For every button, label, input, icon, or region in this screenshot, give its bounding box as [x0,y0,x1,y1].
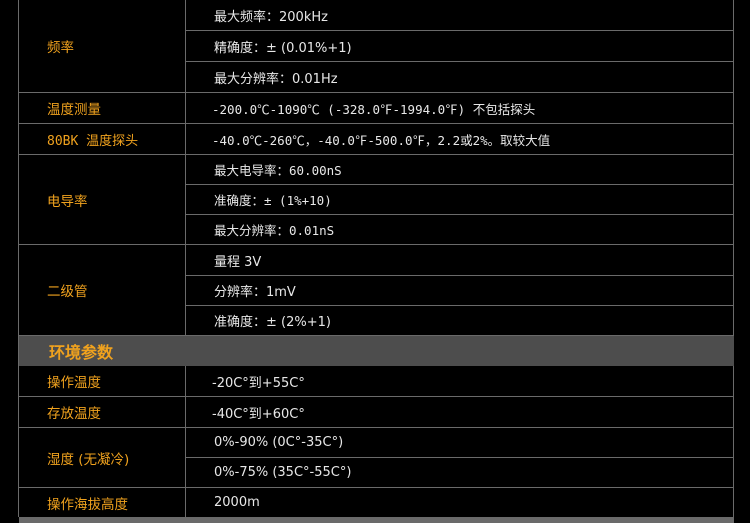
row-altitude: 操作海拔高度 2000m [19,488,734,517]
frequency-label: 频率 [19,0,186,92]
row-diode: 二级管 量程 3V 分辨率：1mV 准确度：± (2%+1) [19,245,734,336]
operating-temp-value: -20C°到+55C° [212,375,305,391]
diode-range: 量程 3V [186,245,734,276]
temperature-label: 温度测量 [19,93,186,123]
frequency-accuracy: 精确度：± (0.01%+1) [186,31,734,62]
diode-label: 二级管 [19,245,186,335]
row-80bk-probe: 80BK 温度探头 -40.0℃-260℃，-40.0℉-500.0℉，2.2或… [19,124,734,155]
row-storage-temp: 存放温度 -40C°到+60C° [19,397,734,428]
section-environment-title: 环境参数 [19,336,734,366]
probe-value: -40.0℃-260℃，-40.0℉-500.0℉，2.2或2%。取较大值 [212,132,551,148]
humidity-range-1: 0%-90% (0C°-35C°) [186,428,734,458]
operating-temp-label: 操作温度 [19,366,186,396]
row-operating-temp: 操作温度 -20C°到+55C° [19,366,734,397]
probe-label: 80BK 温度探头 [19,124,186,154]
conductivity-label: 电导率 [19,155,186,244]
frequency-resolution: 最大分辨率：0.01Hz [214,71,338,87]
row-conductivity: 电导率 最大电导率：60.00nS 准确度：± (1%+10) 最大分辨率：0.… [19,155,734,245]
conductivity-accuracy: 准确度：± (1%+10) [186,185,734,215]
table-bottom-band [19,517,734,523]
row-temperature: 温度测量 -200.0℃-1090℃ (-328.0℉-1994.0℉) 不包括… [19,93,734,124]
altitude-label: 操作海拔高度 [19,488,186,517]
storage-temp-label: 存放温度 [19,397,186,427]
row-frequency: 频率 最大频率：200kHz 精确度：± (0.01%+1) 最大分辨率：0.0… [19,0,734,93]
conductivity-resolution: 最大分辨率：0.01nS [214,223,335,238]
humidity-label: 湿度 (无凝冷) [19,428,186,487]
diode-accuracy: 准确度：± (2%+1) [214,315,331,330]
diode-resolution: 分辨率：1mV [186,276,734,306]
humidity-range-2: 0%-75% (35C°-55C°) [214,465,352,480]
temperature-value: -200.0℃-1090℃ (-328.0℉-1994.0℉) 不包括探头 [212,101,536,117]
frequency-max: 最大频率：200kHz [186,0,734,31]
altitude-value: 2000m [214,495,260,510]
row-humidity: 湿度 (无凝冷) 0%-90% (0C°-35C°) 0%-75% (35C°-… [19,428,734,488]
conductivity-max: 最大电导率：60.00nS [186,155,734,185]
storage-temp-value: -40C°到+60C° [212,406,305,422]
